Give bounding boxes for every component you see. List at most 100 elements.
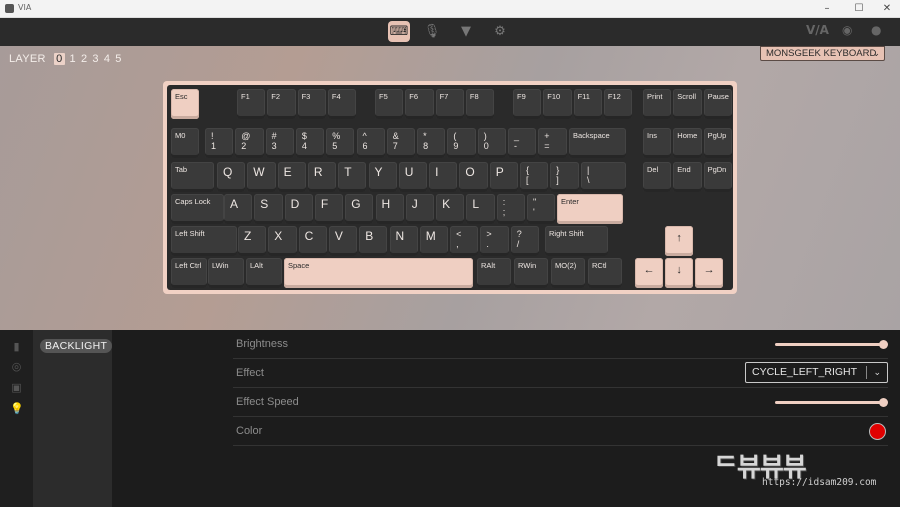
key-6[interactable]: ^ 6 — [356, 128, 385, 158]
key-s[interactable]: S — [254, 194, 283, 224]
key-t[interactable]: T — [338, 162, 367, 192]
key-ralt[interactable]: RAlt — [477, 258, 512, 288]
key-f4[interactable]: F4 — [327, 89, 357, 119]
layer-2-button[interactable]: 2 — [81, 53, 87, 65]
key-f7[interactable]: F7 — [435, 89, 464, 119]
lightbulb-icon[interactable]: 💡 — [10, 402, 24, 415]
save-icon[interactable]: ▣ — [10, 381, 23, 394]
submenu-item-backlight[interactable]: BACKLIGHT — [40, 339, 113, 353]
key-lalt[interactable]: LAlt — [246, 258, 282, 288]
key-l[interactable]: L — [466, 194, 495, 224]
brightness-slider[interactable] — [775, 340, 888, 349]
key-sym-75[interactable]: ↑ — [665, 226, 694, 256]
close-button[interactable]: ✕ — [880, 2, 894, 16]
key-sym-28[interactable]: + = — [538, 128, 567, 158]
slider-knob[interactable] — [879, 398, 888, 407]
key-backspace[interactable]: Backspace — [569, 128, 627, 158]
key-sym-84[interactable]: ← — [635, 258, 664, 288]
key-8[interactable]: * 8 — [417, 128, 446, 158]
key-f1[interactable]: F1 — [237, 89, 266, 119]
github-icon[interactable]: ● — [871, 23, 881, 37]
key-f6[interactable]: F6 — [405, 89, 434, 119]
key-0[interactable]: ) 0 — [477, 128, 506, 158]
key-sym-60[interactable]: : ; — [496, 194, 525, 224]
key-4[interactable]: $ 4 — [295, 128, 325, 158]
key-f5[interactable]: F5 — [375, 89, 404, 119]
key-end[interactable]: End — [673, 162, 702, 192]
color-swatch[interactable] — [869, 423, 886, 440]
layer-3-button[interactable]: 3 — [92, 53, 98, 65]
minimize-button[interactable]: – — [820, 2, 834, 16]
keyboard-icon[interactable]: ⌨ — [388, 21, 410, 42]
key-pgup[interactable]: PgUp — [703, 128, 732, 158]
key-q[interactable]: Q — [217, 162, 246, 192]
key-sym-46[interactable]: | \ — [581, 162, 626, 192]
key-p[interactable]: P — [489, 162, 518, 192]
effect-select[interactable]: CYCLE_LEFT_RIGHT ⌄ — [745, 362, 888, 383]
key-pause[interactable]: Pause — [703, 89, 732, 119]
key-rightshift[interactable]: Right Shift — [545, 226, 609, 256]
key-v[interactable]: V — [328, 226, 358, 256]
pin-icon[interactable]: ▼ — [455, 21, 477, 42]
key-mo2[interactable]: MO(2) — [551, 258, 586, 288]
key-c[interactable]: C — [298, 226, 327, 256]
key-lwin[interactable]: LWin — [208, 258, 244, 288]
key-j[interactable]: J — [405, 194, 435, 224]
key-r[interactable]: R — [307, 162, 337, 192]
key-sym-72[interactable]: > . — [480, 226, 509, 256]
key-b[interactable]: B — [359, 226, 388, 256]
key-pgdn[interactable]: PgDn — [703, 162, 732, 192]
key-z[interactable]: Z — [238, 226, 267, 256]
key-sym-86[interactable]: → — [695, 258, 724, 288]
layout-icon[interactable]: ▮ — [10, 340, 23, 353]
key-esc[interactable]: Esc — [171, 89, 200, 119]
key-f3[interactable]: F3 — [297, 89, 326, 119]
key-f2[interactable]: F2 — [267, 89, 296, 119]
key-n[interactable]: N — [389, 226, 418, 256]
key-a[interactable]: A — [224, 194, 253, 224]
effect-speed-slider[interactable] — [775, 398, 888, 407]
maximize-button[interactable]: ☐ — [852, 2, 866, 16]
key-7[interactable]: & 7 — [386, 128, 416, 158]
key-rctl[interactable]: RCtl — [588, 258, 623, 288]
key-f8[interactable]: F8 — [465, 89, 495, 119]
key-sym-27[interactable]: _ - — [508, 128, 537, 158]
layer-5-button[interactable]: 5 — [115, 53, 121, 65]
key-space[interactable]: Space — [284, 258, 473, 288]
keyboard-select[interactable]: MONSGEEK KEYBOARD ⌄ — [760, 46, 885, 61]
key-sym-45[interactable]: } ] — [550, 162, 579, 192]
key-enter[interactable]: Enter — [557, 194, 624, 224]
key-g[interactable]: G — [345, 194, 374, 224]
layer-4-button[interactable]: 4 — [104, 53, 110, 65]
key-1[interactable]: ! 1 — [205, 128, 234, 158]
key-y[interactable]: Y — [368, 162, 397, 192]
key-2[interactable]: @ 2 — [235, 128, 264, 158]
key-rwin[interactable]: RWin — [514, 258, 549, 288]
key-sym-44[interactable]: { [ — [520, 162, 549, 192]
gear-icon[interactable]: ⚙ — [489, 21, 511, 42]
key-sym-85[interactable]: ↓ — [665, 258, 694, 288]
key-9[interactable]: ( 9 — [447, 128, 476, 158]
key-k[interactable]: K — [436, 194, 465, 224]
key-sym-61[interactable]: " ' — [527, 194, 556, 224]
layer-0-button[interactable]: 0 — [54, 53, 65, 65]
key-e[interactable]: E — [277, 162, 306, 192]
key-i[interactable]: I — [429, 162, 458, 192]
macro-icon[interactable]: ◎ — [10, 360, 23, 373]
key-o[interactable]: O — [459, 162, 488, 192]
key-m[interactable]: M — [419, 226, 449, 256]
microphone-icon[interactable]: 🎙 — [421, 21, 443, 42]
layer-1-button[interactable]: 1 — [70, 53, 76, 65]
key-w[interactable]: W — [247, 162, 276, 192]
key-f9[interactable]: F9 — [513, 89, 542, 119]
key-tab[interactable]: Tab — [171, 162, 215, 192]
key-ins[interactable]: Ins — [643, 128, 672, 158]
discord-icon[interactable]: ◉ — [842, 23, 852, 37]
via-link[interactable]: V/A — [806, 23, 829, 37]
slider-knob[interactable] — [879, 340, 888, 349]
key-h[interactable]: H — [375, 194, 404, 224]
key-d[interactable]: D — [284, 194, 313, 224]
key-del[interactable]: Del — [643, 162, 672, 192]
key-f11[interactable]: F11 — [573, 89, 602, 119]
key-home[interactable]: Home — [673, 128, 702, 158]
